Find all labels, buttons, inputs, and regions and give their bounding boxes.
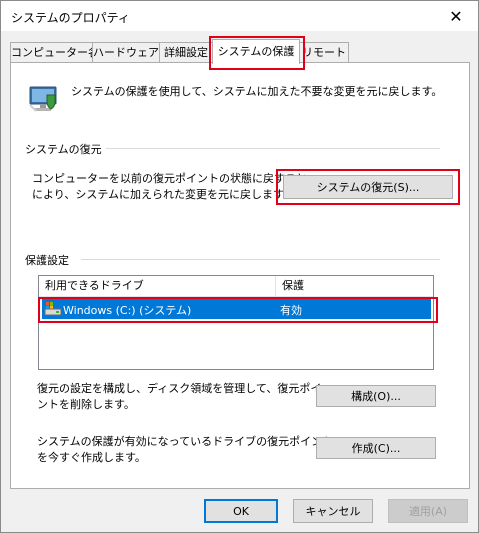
tab-remote[interactable]: リモート	[299, 42, 349, 63]
configure-description-line2: ントを削除します。	[37, 398, 135, 411]
tab-strip: コンピューター名 ハードウェア 詳細設定 システムの保護 リモート	[10, 39, 470, 64]
tab-system-protection[interactable]: システムの保護	[212, 39, 300, 64]
list-header: 利用できるドライブ 保護	[39, 276, 433, 297]
restore-group-title: システムの復元	[25, 141, 106, 157]
system-properties-window: システムのプロパティ ✕ コンピューター名 ハードウェア 詳細設定 システムの保…	[0, 0, 479, 533]
drive-icon	[44, 302, 62, 316]
create-button[interactable]: 作成(C)...	[316, 437, 436, 459]
apply-button[interactable]: 適用(A)	[388, 499, 468, 523]
title-bar: システムのプロパティ ✕	[1, 1, 478, 31]
drive-protection-status: 有効	[280, 304, 302, 317]
intro-text: システムの保護を使用して、システムに加えた不要な変更を元に戻します。	[71, 85, 443, 98]
drive-row-windows-c[interactable]: Windows (C:) (システム) 有効	[42, 299, 431, 319]
system-protection-panel: システムの保護を使用して、システムに加えた不要な変更を元に戻します。 システムの…	[10, 62, 470, 489]
restore-description-line1: コンピューターを以前の復元ポイントの状態に戻すこと	[32, 172, 307, 185]
window-title: システムのプロパティ	[11, 11, 130, 25]
tab-computer-name[interactable]: コンピューター名	[10, 42, 99, 63]
system-protection-icon	[29, 86, 57, 112]
restore-description-line2: により、システムに加えられた変更を元に戻します。	[32, 188, 294, 201]
protection-group-title: 保護設定	[25, 252, 73, 268]
protection-group-line	[81, 259, 440, 260]
drive-name: Windows (C:) (システム)	[63, 304, 192, 317]
restore-group-line	[106, 148, 440, 149]
ok-button[interactable]: OK	[204, 499, 278, 523]
configure-button[interactable]: 構成(O)...	[316, 385, 436, 407]
create-description-line2: を今すぐ作成します。	[37, 451, 146, 464]
tab-advanced[interactable]: 詳細設定	[159, 42, 213, 63]
close-button[interactable]: ✕	[434, 1, 478, 31]
tab-hardware[interactable]: ハードウェア	[92, 42, 160, 63]
cancel-button[interactable]: キャンセル	[293, 499, 373, 523]
drive-list[interactable]: 利用できるドライブ 保護 Windows (C:) (システム) 有効	[38, 275, 434, 370]
configure-description-line1: 復元の設定を構成し、ディスク領域を管理して、復元ポイ	[37, 382, 322, 395]
system-restore-button[interactable]: システムの復元(S)...	[283, 175, 453, 199]
create-description-line1: システムの保護が有効になっているドライブの復元ポイント	[37, 435, 334, 448]
column-header-protection[interactable]: 保護	[282, 276, 304, 296]
column-divider	[275, 276, 276, 296]
close-icon: ✕	[449, 6, 463, 26]
column-header-drive[interactable]: 利用できるドライブ	[45, 276, 144, 296]
